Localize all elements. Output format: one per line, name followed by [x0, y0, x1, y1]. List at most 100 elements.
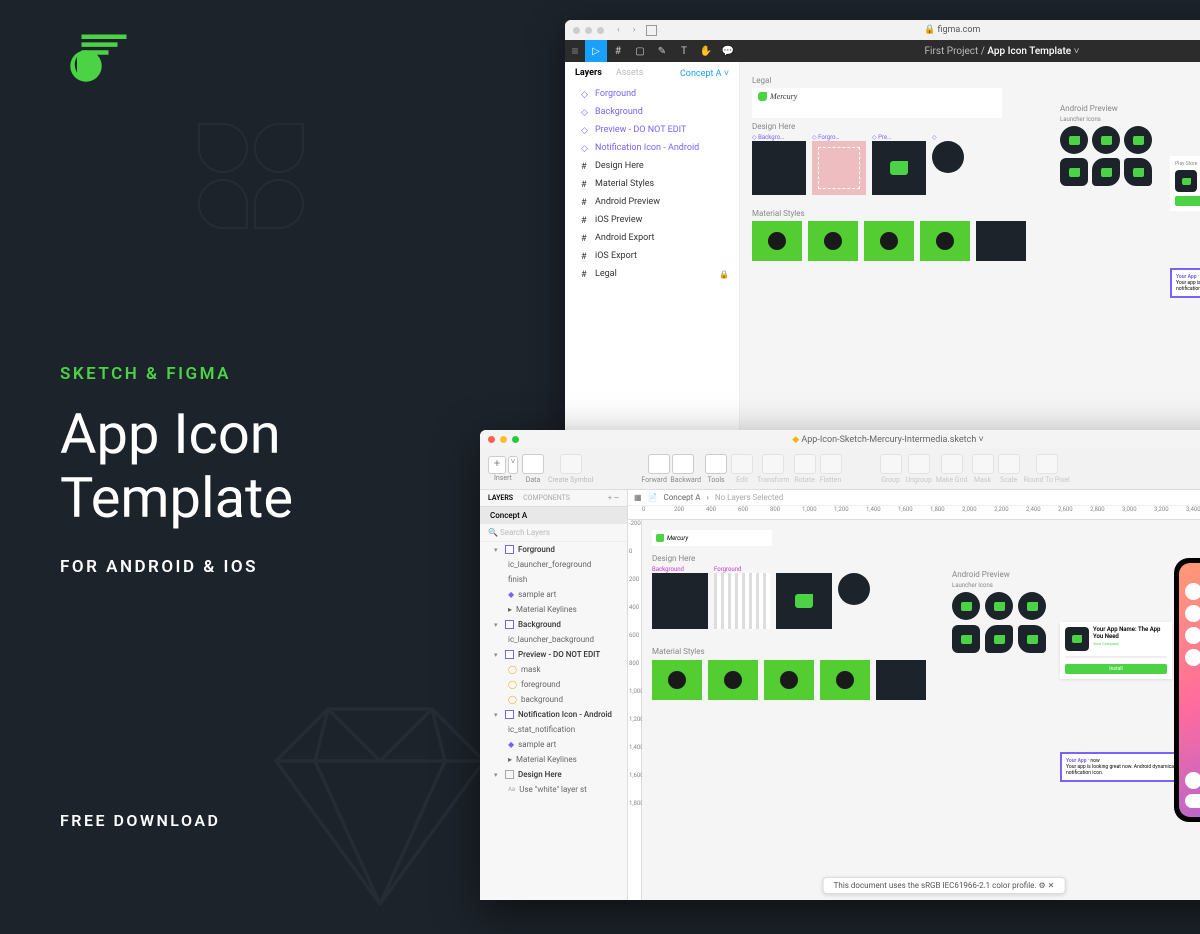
figma-canvas[interactable]: Legal Mercury Design Here ◇ Backgro… ◇ F…	[740, 62, 1200, 450]
forward-button[interactable]	[648, 454, 670, 474]
launcher-icon[interactable]	[1092, 126, 1120, 154]
layer-artboard[interactable]: ▾Preview - DO NOT EDIT	[480, 647, 627, 662]
artboard-preview[interactable]: ◇ Pre…	[872, 134, 926, 195]
traffic-light-max-icon[interactable]	[597, 27, 604, 34]
material-swatch[interactable]	[864, 221, 914, 261]
nav-forward-icon[interactable]: ›	[633, 25, 636, 35]
url-bar[interactable]: 🔒 figma.com	[662, 25, 1200, 35]
data-button[interactable]	[522, 454, 544, 474]
material-swatch[interactable]	[752, 221, 802, 261]
layer-item[interactable]: ◆ sample art	[480, 587, 627, 602]
hand-tool-icon[interactable]: ✋	[695, 46, 717, 57]
backward-button[interactable]	[672, 454, 694, 474]
tab-layers[interactable]: Layers	[575, 68, 602, 79]
artboard-background[interactable]: Background	[652, 566, 708, 629]
layer-artboard[interactable]: ▾Design Here	[480, 767, 627, 782]
layer-item[interactable]: ◯ mask	[480, 662, 627, 677]
layer-item[interactable]: ◇Notification Icon - Android	[565, 139, 739, 157]
layer-item[interactable]: #Material Styles	[565, 175, 739, 193]
launcher-icon[interactable]	[1018, 592, 1046, 620]
layer-artboard[interactable]: ▾Notification Icon - Android	[480, 707, 627, 722]
layer-artboard[interactable]: ▾Forground	[480, 542, 627, 557]
launcher-icon[interactable]	[1060, 126, 1088, 154]
text-tool-icon[interactable]: T	[673, 46, 695, 57]
traffic-light-min-icon[interactable]	[500, 436, 507, 443]
layer-item[interactable]: ◇Background	[565, 103, 739, 121]
layer-item[interactable]: ◇Forground	[565, 85, 739, 103]
move-tool-icon[interactable]: ▷	[585, 40, 607, 62]
launcher-icon[interactable]	[1018, 625, 1046, 653]
layer-item[interactable]: #Legal🔒	[565, 265, 739, 283]
launcher-icon[interactable]	[1060, 158, 1088, 186]
layer-item[interactable]: ◇Preview - DO NOT EDIT	[565, 121, 739, 139]
tools-button[interactable]	[705, 454, 727, 474]
layer-item[interactable]: ic_stat_notification	[480, 722, 627, 737]
material-swatch[interactable]	[764, 660, 814, 700]
layer-item[interactable]: #Android Export	[565, 229, 739, 247]
breadcrumb[interactable]: First Project / App Icon Template ˅	[739, 46, 1200, 57]
material-swatch[interactable]	[652, 660, 702, 700]
install-button[interactable]: Install	[1065, 664, 1167, 674]
hamburger-icon[interactable]: ≡	[565, 44, 585, 58]
tab-assets[interactable]: Assets	[616, 68, 644, 79]
material-swatch[interactable]	[808, 221, 858, 261]
layer-search-input[interactable]: 🔍 Search Layers	[480, 524, 627, 542]
layer-item[interactable]: ◯ background	[480, 692, 627, 707]
launcher-icon[interactable]	[1124, 158, 1152, 186]
legal-frame[interactable]: Mercury	[652, 530, 772, 546]
traffic-light-close-icon[interactable]	[488, 436, 495, 443]
nav-back-icon[interactable]: ‹	[617, 25, 620, 35]
layer-item[interactable]: finish	[480, 572, 627, 587]
material-swatch[interactable]	[920, 221, 970, 261]
material-swatch[interactable]	[820, 660, 870, 700]
traffic-light-min-icon[interactable]	[585, 27, 592, 34]
insert-button[interactable]: +˅Insert	[488, 456, 518, 482]
traffic-light-close-icon[interactable]	[573, 27, 580, 34]
material-swatch[interactable]	[708, 660, 758, 700]
play-store-card[interactable]: Play Store Your App Name: The App You Ne…	[1170, 156, 1200, 211]
page-item[interactable]: Concept A	[480, 507, 627, 524]
layer-item[interactable]: ▸ Material Keylines	[480, 752, 627, 767]
notification-preview[interactable]: Your App · now Your app is looking great…	[1170, 268, 1200, 298]
artboard-background[interactable]: ◇ Backgro…	[752, 134, 806, 195]
launcher-icon[interactable]	[1092, 158, 1120, 186]
layer-artboard[interactable]: ▾Background	[480, 617, 627, 632]
launcher-icon[interactable]	[985, 592, 1013, 620]
artboard-preview[interactable]	[776, 566, 832, 629]
layer-item[interactable]: #iOS Export	[565, 247, 739, 265]
layer-item[interactable]: ic_launcher_foreground	[480, 557, 627, 572]
layer-item[interactable]: #Design Here	[565, 157, 739, 175]
layer-item[interactable]: Aа Use "white" layer st	[480, 782, 627, 797]
pen-tool-icon[interactable]: ✎	[651, 46, 673, 57]
launcher-icon[interactable]	[952, 592, 980, 620]
install-button[interactable]: Install	[1175, 196, 1200, 206]
legal-frame[interactable]: Mercury	[752, 88, 1002, 118]
artboard-notif[interactable]: ◇	[932, 134, 986, 195]
layer-item[interactable]: ◆ sample art	[480, 737, 627, 752]
launcher-icon[interactable]	[1124, 126, 1152, 154]
material-swatch[interactable]	[876, 660, 926, 700]
grid-icon[interactable]: ▦	[634, 493, 642, 502]
add-page-icon[interactable]: + —	[608, 494, 619, 502]
artboard-forground[interactable]: ◇ Forgro…	[812, 134, 866, 195]
launcher-icon[interactable]	[985, 625, 1013, 653]
artboard-forground[interactable]: Forground	[714, 566, 770, 629]
sidebar-toggle-icon[interactable]	[646, 25, 657, 36]
layer-item[interactable]: ▸ Material Keylines	[480, 602, 627, 617]
play-store-card[interactable]: Your App Name: The App You NeedYour Comp…	[1060, 622, 1172, 679]
shape-tool-icon[interactable]: ▢	[629, 46, 651, 57]
layer-item[interactable]: ◯ foreground	[480, 677, 627, 692]
tab-components[interactable]: COMPONENTS	[523, 494, 570, 502]
layer-item[interactable]: ic_launcher_background	[480, 632, 627, 647]
layer-item[interactable]: #Android Preview	[565, 193, 739, 211]
frame-tool-icon[interactable]: #	[607, 46, 629, 57]
launcher-icon[interactable]	[952, 625, 980, 653]
color-profile-toast[interactable]: This document uses the sRGB IEC61966-2.1…	[823, 877, 1066, 894]
artboard-notif[interactable]	[838, 566, 894, 629]
traffic-light-max-icon[interactable]	[512, 436, 519, 443]
tab-layers[interactable]: LAYERS	[488, 494, 513, 502]
comment-tool-icon[interactable]: 💬	[717, 46, 739, 57]
sketch-canvas[interactable]: ▦ 📄 Concept A › No Layers Selected 02004…	[628, 490, 1200, 900]
material-swatch[interactable]	[976, 221, 1026, 261]
layer-item[interactable]: #iOS Preview	[565, 211, 739, 229]
